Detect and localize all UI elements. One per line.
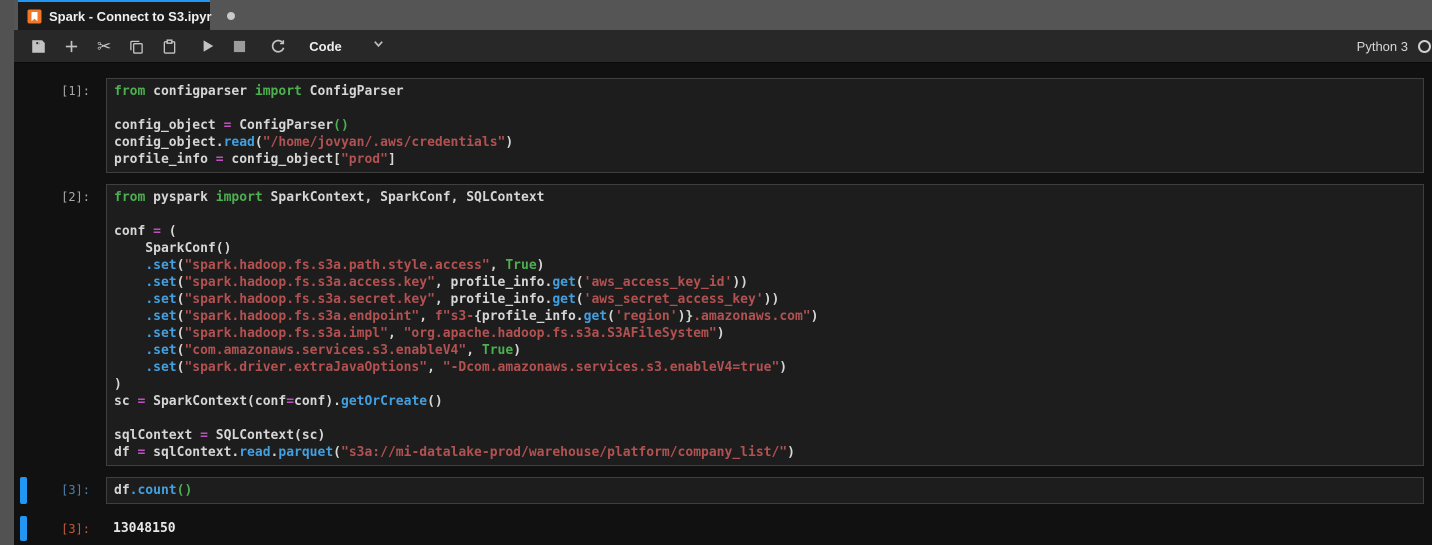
code-line: .set("spark.hadoop.fs.s3a.access.key", p…: [145, 275, 748, 290]
tab-dirty-indicator[interactable]: [226, 12, 235, 20]
code-line: .set("spark.hadoop.fs.s3a.endpoint", f"s…: [145, 309, 819, 324]
copy-icon: [129, 39, 144, 54]
code-line: from configparser import ConfigParser: [114, 84, 404, 99]
cell-editor[interactable]: df.count(): [106, 477, 1424, 504]
kernel-name[interactable]: Python 3: [1357, 39, 1408, 54]
code-line: SparkConf(): [114, 241, 232, 256]
code-line: .set("com.amazonaws.services.s3.enableV4…: [145, 343, 522, 358]
code-line: df.count(): [114, 483, 193, 498]
paste-icon: [162, 38, 177, 54]
code-line: ): [114, 377, 122, 392]
cell-editor[interactable]: from configparser import ConfigParser con…: [106, 78, 1424, 173]
play-icon: [201, 39, 215, 53]
cells: [1]: from configparser import ConfigParse…: [14, 78, 1432, 504]
cell-editor[interactable]: from pyspark import SparkContext, SparkC…: [106, 184, 1424, 466]
plus-icon: [64, 39, 79, 54]
notebook-panel: [1]: from configparser import ConfigParse…: [14, 64, 1432, 545]
code-line: from pyspark import SparkContext, SparkC…: [114, 190, 545, 205]
kernel-status-icon[interactable]: [1418, 39, 1431, 53]
run-cell-button[interactable]: [192, 32, 224, 60]
tab-title: Spark - Connect to S3.ipyr: [49, 8, 212, 24]
code-line: .set("spark.hadoop.fs.s3a.impl", "org.ap…: [145, 326, 725, 341]
save-button[interactable]: [22, 32, 55, 60]
input-prompt: [1]:: [61, 84, 90, 98]
restart-icon: [270, 38, 286, 54]
code-line: sqlContext = SQLContext(sc): [114, 428, 326, 443]
cell-collapser[interactable]: [20, 477, 27, 504]
insert-cell-button[interactable]: [55, 32, 88, 60]
code-line: profile_info = config_object["prod"]: [114, 152, 396, 167]
copy-cells-button[interactable]: [120, 32, 153, 60]
code-line: conf = (: [114, 224, 177, 239]
restart-kernel-button[interactable]: [261, 32, 295, 60]
notebook-tab[interactable]: Spark - Connect to S3.ipyr: [18, 0, 235, 30]
tab-bar: Spark - Connect to S3.ipyr: [14, 0, 1432, 30]
cell-collapser[interactable]: [20, 78, 27, 173]
save-icon: [31, 39, 46, 54]
output-prompt: [3]:: [61, 522, 90, 536]
window-edge-strip: [0, 0, 14, 545]
output-value: 13048150: [113, 521, 176, 536]
notebook-toolbar: ✂ Code Python 3: [14, 30, 1432, 63]
toolbar-right: Python 3: [1357, 39, 1431, 54]
code-line: .set("spark.hadoop.fs.s3a.path.style.acc…: [145, 258, 545, 273]
input-prompt: [2]:: [61, 190, 90, 204]
chevron-down-icon: [372, 37, 385, 55]
code-line: .set("spark.hadoop.fs.s3a.secret.key", p…: [145, 292, 780, 307]
input-prompt: [3]:: [61, 483, 90, 497]
notebook-icon: [27, 9, 42, 24]
code-cell: [2]: from pyspark import SparkContext, Sp…: [14, 184, 1424, 466]
output-collapser[interactable]: [20, 516, 27, 541]
cell-collapser[interactable]: [20, 184, 27, 466]
code-line: df = sqlContext.read.parquet("s3a://mi-d…: [114, 445, 795, 460]
code-line: sc = SparkContext(conf=conf).getOrCreate…: [114, 394, 443, 409]
output-row: [3]: 13048150: [14, 516, 1424, 541]
cell-type-value: Code: [309, 38, 342, 54]
code-line: config_object = ConfigParser(): [114, 118, 349, 133]
code-line: .set("spark.driver.extraJavaOptions", "-…: [145, 360, 788, 375]
stop-icon: [233, 40, 246, 53]
code-cell: [3]: df.count(): [14, 477, 1424, 504]
cut-cells-button[interactable]: ✂: [88, 32, 120, 60]
cell-type-select[interactable]: Code: [309, 37, 385, 55]
paste-cells-button[interactable]: [153, 32, 186, 60]
scissors-icon: ✂: [97, 36, 112, 56]
code-cell: [1]: from configparser import ConfigParse…: [14, 78, 1424, 173]
interrupt-kernel-button[interactable]: [224, 32, 255, 60]
code-line: config_object.read("/home/jovyan/.aws/cr…: [114, 135, 514, 150]
